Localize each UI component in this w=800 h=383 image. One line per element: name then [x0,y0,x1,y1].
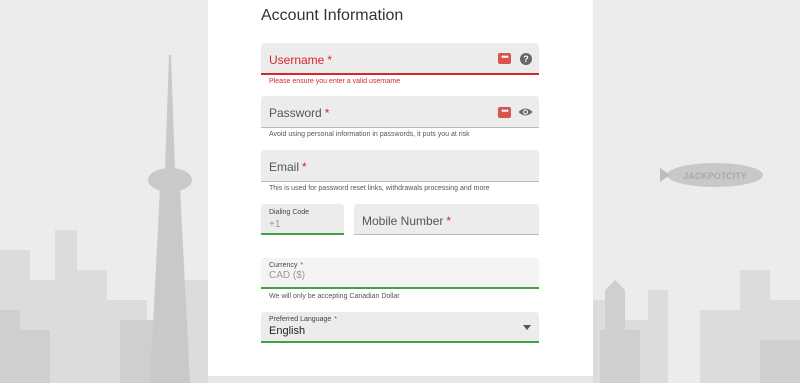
currency-value: CAD ($) [269,270,306,281]
email-label: Email [269,160,300,174]
chevron-down-icon[interactable] [523,325,531,330]
language-label: Preferred Language [269,316,332,323]
language-select[interactable]: Preferred Language * English [261,312,539,343]
username-error: Please ensure you enter a valid username [269,78,401,85]
mobile-number-field[interactable]: Mobile Number * [354,204,539,235]
email-helper: This is used for password reset links, w… [269,185,490,192]
username-label: Username [269,53,325,67]
required-mark: * [300,262,304,269]
dialing-code-value: +1 [269,219,281,230]
dialing-code-label: Dialing Code [269,209,310,216]
panel-footer-divider [208,376,593,383]
required-mark: * [324,106,330,120]
language-value: English [269,325,306,337]
email-field[interactable]: Email * [261,150,539,182]
password-helper: Avoid using personal information in pass… [269,131,470,138]
required-mark: * [334,316,338,323]
password-manager-icon[interactable]: ••• [498,53,511,64]
blimp-text: JACKPOTCITY [683,171,747,181]
help-icon[interactable]: ? [520,53,532,65]
username-field[interactable]: Username * ••• ? [261,43,539,75]
mobile-number-label: Mobile Number [362,214,444,228]
eye-icon[interactable] [518,107,533,117]
currency-field: Currency * CAD ($) [261,258,539,289]
currency-label: Currency [269,262,298,269]
password-manager-icon[interactable]: ••• [498,107,511,118]
required-mark: * [327,53,333,67]
dialing-code-field[interactable]: Dialing Code +1 [261,204,344,235]
required-mark: * [446,214,452,228]
password-field[interactable]: Password * ••• [261,96,539,128]
currency-helper: We will only be accepting Canadian Dolla… [269,293,400,300]
required-mark: * [302,160,307,174]
account-form-panel: Account Information Username * ••• ? Plea… [208,0,593,383]
form-title: Account Information [261,7,404,24]
password-label: Password [269,106,322,120]
